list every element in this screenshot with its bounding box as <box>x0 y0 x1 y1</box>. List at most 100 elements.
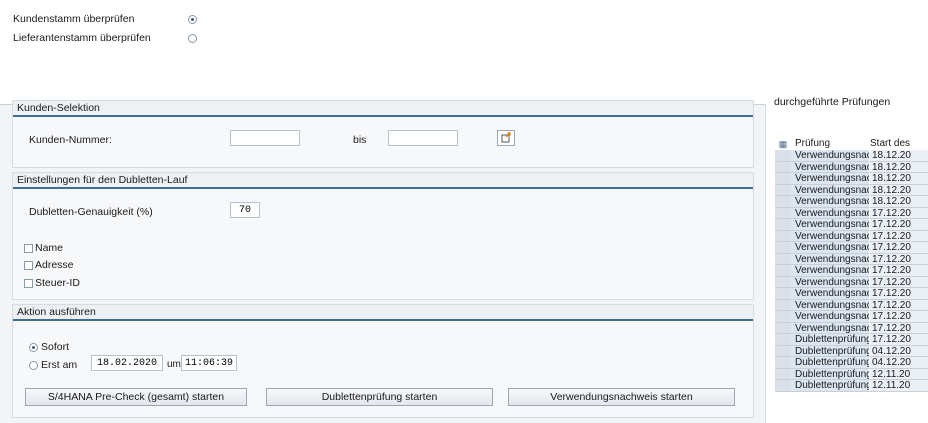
row-selector[interactable] <box>775 161 791 173</box>
cell-start: 17.12.20 <box>870 219 928 231</box>
cell-pruefung: Dublettenprüfung <box>791 380 870 392</box>
table-row[interactable]: Verwendungsnachweis17.12.20 <box>775 242 928 254</box>
genauigkeit-input[interactable] <box>230 202 260 218</box>
select-icon <box>501 132 511 143</box>
row-selector[interactable] <box>775 265 791 277</box>
radio-sofort-button[interactable] <box>29 342 38 352</box>
date-input[interactable] <box>91 355 163 371</box>
table-row[interactable]: Verwendungsnachweis18.12.20 <box>775 196 928 208</box>
column-header-start[interactable]: Start des <box>870 138 928 150</box>
row-selector[interactable] <box>775 322 791 334</box>
kunden-nummer-to-input[interactable] <box>388 130 458 146</box>
radio-kundenstamm[interactable]: Kundenstamm überprüfen <box>13 13 197 25</box>
row-selector[interactable] <box>775 276 791 288</box>
cell-start: 17.12.20 <box>870 299 928 311</box>
table-row[interactable]: Dublettenprüfung 12.11.20 <box>775 380 928 392</box>
kunden-nummer-from-input[interactable] <box>230 130 300 146</box>
checkbox-box[interactable] <box>24 260 33 270</box>
checkbox-box[interactable] <box>24 278 33 288</box>
pruefungen-table: ▦ Prüfung Start des Verwendungsnachweis1… <box>775 138 928 392</box>
table-row[interactable]: Verwendungsnachweis17.12.20 <box>775 230 928 242</box>
row-selector[interactable] <box>775 242 791 254</box>
table-row[interactable]: Verwendungsnachweis18.12.20 <box>775 184 928 196</box>
verwendungsnachweis-start-button[interactable]: Verwendungsnachweis starten <box>508 388 735 406</box>
cell-pruefung: Verwendungsnachweis <box>791 230 870 242</box>
cell-pruefung: Verwendungsnachweis <box>791 322 870 334</box>
checkbox-label: Name <box>35 242 64 254</box>
table-row[interactable]: Dublettenprüfung 04.12.20 <box>775 357 928 369</box>
section-kunden-selektion: Kunden-Selektion Kunden-Nummer: bis <box>12 100 754 168</box>
cell-pruefung: Dublettenprüfung <box>791 368 870 380</box>
radio-erst-am[interactable]: Erst am <box>29 359 77 371</box>
table-row[interactable]: Verwendungsnachweis18.12.20 <box>775 173 928 185</box>
pruefungen-title: durchgeführte Prüfungen <box>774 96 891 108</box>
row-selector[interactable] <box>775 184 791 196</box>
row-selector[interactable] <box>775 230 791 242</box>
table-row[interactable]: Verwendungsnachweis17.12.20 <box>775 288 928 300</box>
table-row[interactable]: Verwendungsnachweis17.12.20 <box>775 311 928 323</box>
table-row[interactable]: Verwendungsnachweis18.12.20 <box>775 150 928 162</box>
table-row[interactable]: Verwendungsnachweis17.12.20 <box>775 219 928 231</box>
cell-start: 12.11.20 <box>870 368 928 380</box>
row-selector[interactable] <box>775 311 791 323</box>
cell-pruefung: Dublettenprüfung <box>791 357 870 369</box>
table-row[interactable]: Verwendungsnachweis17.12.20 <box>775 253 928 265</box>
cell-pruefung: Verwendungsnachweis <box>791 196 870 208</box>
row-selector[interactable] <box>775 173 791 185</box>
column-header-pruefung[interactable]: Prüfung <box>791 138 870 150</box>
left-panel: Kunden-Selektion Kunden-Nummer: bis Eins… <box>8 100 756 423</box>
row-selector[interactable] <box>775 219 791 231</box>
table-row[interactable]: Verwendungsnachweis17.12.20 <box>775 207 928 219</box>
row-selector[interactable] <box>775 345 791 357</box>
cell-pruefung: Verwendungsnachweis <box>791 150 870 162</box>
checkbox-label: Steuer-ID <box>35 277 80 289</box>
row-selector[interactable] <box>775 207 791 219</box>
table-row[interactable]: Verwendungsnachweis17.12.20 <box>775 265 928 277</box>
table-row[interactable]: Dublettenprüfung 12.11.20 <box>775 368 928 380</box>
radio-kundenstamm-label: Kundenstamm überprüfen <box>13 13 135 25</box>
multiple-selection-button[interactable] <box>497 130 515 146</box>
cell-start: 17.12.20 <box>870 265 928 277</box>
cell-start: 04.12.20 <box>870 357 928 369</box>
row-selector[interactable] <box>775 357 791 369</box>
row-selector[interactable] <box>775 299 791 311</box>
cell-pruefung: Verwendungsnachweis <box>791 242 870 254</box>
checkbox-name[interactable]: Name <box>24 242 63 254</box>
dublettenpruefung-start-button[interactable]: Dublettenprüfung starten <box>266 388 493 406</box>
cell-start: 17.12.20 <box>870 230 928 242</box>
cell-pruefung: Verwendungsnachweis <box>791 207 870 219</box>
row-selector[interactable] <box>775 288 791 300</box>
radio-erst-am-button[interactable] <box>29 360 38 370</box>
radio-kundenstamm-button[interactable] <box>188 14 197 24</box>
radio-lieferantenstamm[interactable]: Lieferantenstamm überprüfen <box>13 32 197 44</box>
checkbox-label: Adresse <box>35 259 74 271</box>
table-row[interactable]: Verwendungsnachweis17.12.20 <box>775 322 928 334</box>
cell-pruefung: Verwendungsnachweis <box>791 311 870 323</box>
precheck-start-button[interactable]: S/4HANA Pre-Check (gesamt) starten <box>25 388 247 406</box>
radio-sofort-label: Sofort <box>41 341 70 353</box>
table-row[interactable]: Verwendungsnachweis17.12.20 <box>775 299 928 311</box>
table-row[interactable]: Verwendungsnachweis18.12.20 <box>775 161 928 173</box>
radio-lieferantenstamm-button[interactable] <box>188 33 197 43</box>
row-selector[interactable] <box>775 253 791 265</box>
table-row[interactable]: Dublettenprüfung 04.12.20 <box>775 345 928 357</box>
row-selector[interactable] <box>775 196 791 208</box>
row-selector[interactable] <box>775 150 791 162</box>
checkbox-steuer-id[interactable]: Steuer-ID <box>24 277 80 289</box>
radio-sofort[interactable]: Sofort <box>29 341 69 353</box>
section-einstellungen: Einstellungen für den Dubletten-Lauf Dub… <box>12 172 754 300</box>
row-selector[interactable] <box>775 368 791 380</box>
radio-erst-am-label: Erst am <box>41 359 78 371</box>
kunden-nummer-label: Kunden-Nummer: <box>29 134 112 146</box>
table-row[interactable]: Dublettenprüfung 17.12.20 <box>775 334 928 346</box>
time-input[interactable] <box>181 355 237 371</box>
cell-pruefung: Verwendungsnachweis <box>791 276 870 288</box>
row-selector[interactable] <box>775 380 791 392</box>
section-title: Aktion ausführen <box>13 305 753 321</box>
cell-pruefung: Verwendungsnachweis <box>791 253 870 265</box>
checkbox-box[interactable] <box>24 243 33 253</box>
checkbox-adresse[interactable]: Adresse <box>24 259 74 271</box>
table-row[interactable]: Verwendungsnachweis17.12.20 <box>775 276 928 288</box>
row-selector[interactable] <box>775 334 791 346</box>
table-settings-icon[interactable]: ▦ <box>775 138 791 150</box>
